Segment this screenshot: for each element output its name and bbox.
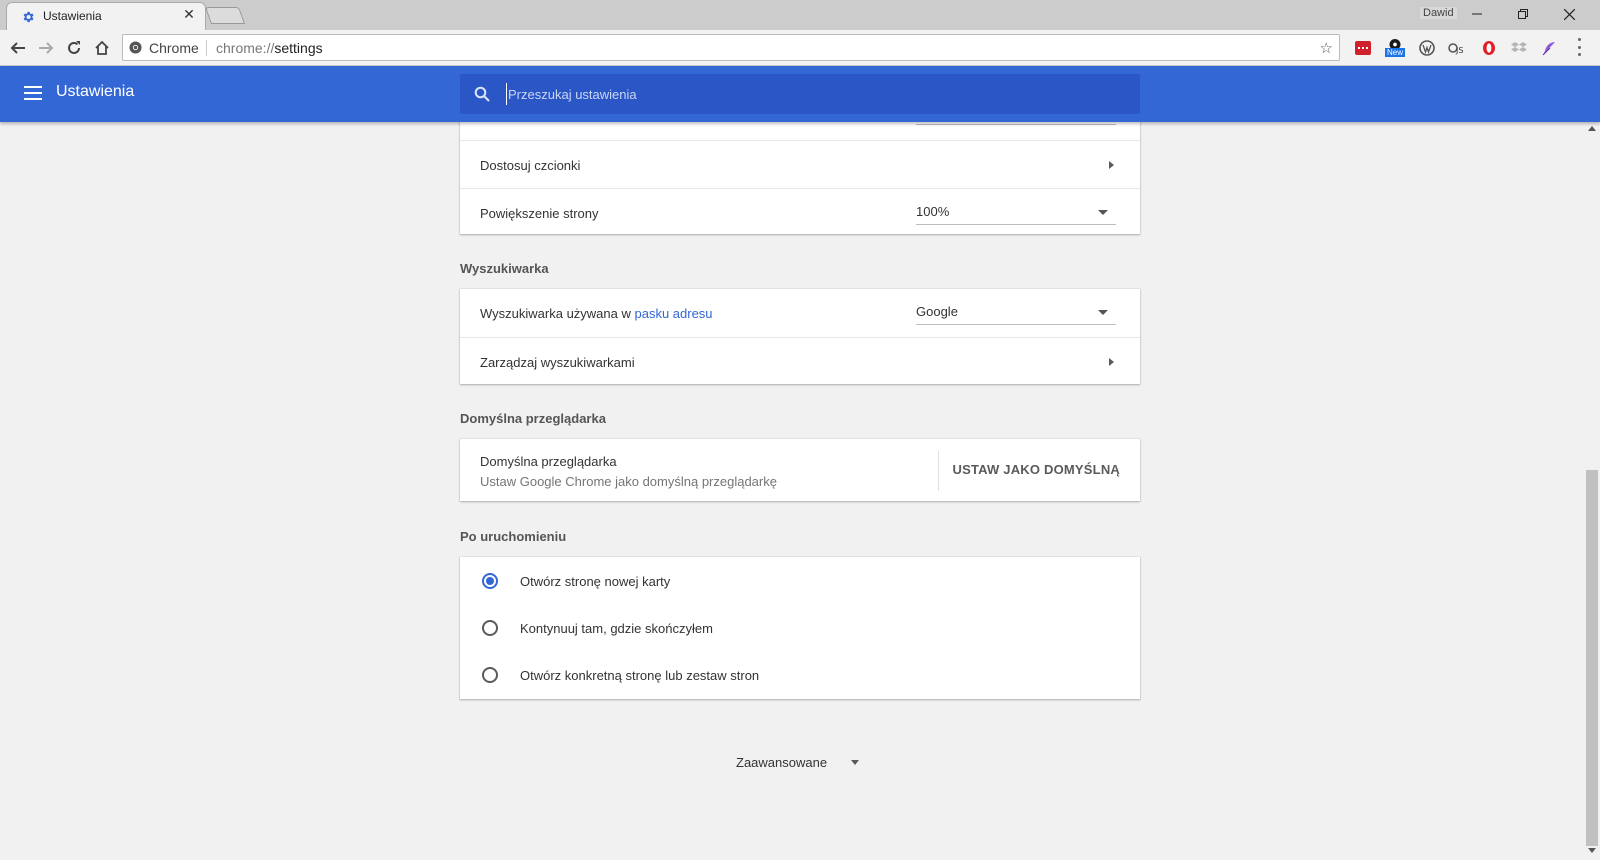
startup-option-label: Otwórz konkretną stronę lub zestaw stron <box>520 668 760 683</box>
radio-selected-icon[interactable] <box>482 573 498 589</box>
restore-icon[interactable] <box>1500 0 1546 28</box>
ext-new-badge: New <box>1385 48 1406 57</box>
settings-search[interactable] <box>460 74 1140 114</box>
ext-opera-icon[interactable] <box>1480 39 1498 57</box>
chevron-down-icon <box>1098 310 1108 315</box>
ext-js-icon[interactable]: JS <box>1448 39 1466 57</box>
search-engine-row: Wyszukiwarka używana w pasku adresu Goog… <box>460 289 1140 337</box>
title-bar: Ustawienia ✕ Dawid <box>0 0 1600 30</box>
advanced-toggle[interactable]: Zaawansowane <box>736 755 827 770</box>
customize-fonts-label: Dostosuj czcionki <box>480 158 581 173</box>
chevron-right-icon <box>1109 358 1114 366</box>
make-default-button[interactable]: USTAW JAKO DOMYŚLNĄ <box>952 462 1120 477</box>
ext-new-icon[interactable]: New <box>1385 39 1406 57</box>
browser-toolbar: Chrome chrome://settings ☆ New JS <box>0 30 1600 66</box>
default-browser-card: Domyślna przeglądarka Ustaw Google Chrom… <box>460 439 1140 501</box>
site-label: Chrome <box>149 40 199 56</box>
chrome-menu-icon[interactable] <box>1576 38 1582 56</box>
reload-icon[interactable] <box>62 36 86 60</box>
ext-dropbox-icon[interactable] <box>1510 39 1528 57</box>
search-engine-card: Wyszukiwarka używana w pasku adresu Goog… <box>460 289 1140 384</box>
search-engine-value: Google <box>916 304 958 319</box>
chrome-icon <box>129 41 142 54</box>
bookmark-star-icon[interactable]: ☆ <box>1320 39 1333 57</box>
scroll-up-icon[interactable] <box>1588 126 1596 131</box>
ext-feather-icon[interactable] <box>1540 39 1558 57</box>
settings-header: Ustawienia <box>0 66 1600 122</box>
search-input[interactable] <box>506 83 1106 105</box>
address-bar-link[interactable]: pasku adresu <box>634 306 712 321</box>
startup-option-specific-pages[interactable]: Otwórz konkretną stronę lub zestaw stron <box>460 651 1140 698</box>
default-browser-primary: Domyślna przeglądarka <box>480 454 617 469</box>
profile-name[interactable]: Dawid <box>1420 7 1457 19</box>
page-title: Ustawienia <box>56 83 135 100</box>
manage-search-engines-label: Zarządzaj wyszukiwarkami <box>480 355 635 370</box>
svg-text:JS: JS <box>1455 46 1463 55</box>
settings-content: Dostosuj czcionki Powiększenie strony 10… <box>0 122 1584 860</box>
search-icon <box>474 86 490 102</box>
chevron-down-icon <box>1098 210 1108 215</box>
minimize-icon[interactable] <box>1454 0 1500 28</box>
search-engine-section-title: Wyszukiwarka <box>460 261 549 276</box>
font-size-row[interactable] <box>460 122 1140 140</box>
tab-close-icon[interactable]: ✕ <box>181 6 197 22</box>
search-engine-label-text: Wyszukiwarka używana w <box>480 306 635 321</box>
ext-wordpress-icon[interactable] <box>1418 39 1436 57</box>
new-tab-button[interactable] <box>204 7 246 24</box>
search-engine-select[interactable]: Google <box>916 299 1116 325</box>
manage-search-engines-row[interactable]: Zarządzaj wyszukiwarkami <box>460 337 1140 385</box>
forward-icon[interactable] <box>34 36 58 60</box>
search-engine-label: Wyszukiwarka używana w pasku adresu <box>480 306 713 321</box>
home-icon[interactable] <box>90 36 114 60</box>
startup-option-new-tab[interactable]: Otwórz stronę nowej karty <box>460 557 1140 604</box>
radio-unselected-icon[interactable] <box>482 667 498 683</box>
radio-unselected-icon[interactable] <box>482 620 498 636</box>
tab-title: Ustawienia <box>43 9 102 23</box>
startup-card: Otwórz stronę nowej karty Kontynuuj tam,… <box>460 557 1140 699</box>
page-zoom-value: 100% <box>916 204 950 219</box>
back-icon[interactable] <box>6 36 30 60</box>
url-scheme: chrome:// <box>216 40 275 56</box>
gear-icon <box>23 11 34 23</box>
startup-option-label: Otwórz stronę nowej karty <box>520 574 671 589</box>
page-zoom-select[interactable]: 100% <box>916 199 1116 225</box>
window-close-icon[interactable] <box>1546 0 1592 28</box>
url-text[interactable]: chrome://settings <box>216 40 323 56</box>
page-zoom-label: Powiększenie strony <box>480 206 599 221</box>
hamburger-menu-icon[interactable] <box>24 86 42 100</box>
tab-settings[interactable]: Ustawienia ✕ <box>6 2 206 30</box>
default-browser-section-title: Domyślna przeglądarka <box>460 411 606 426</box>
customize-fonts-row[interactable]: Dostosuj czcionki <box>460 140 1140 188</box>
address-bar[interactable]: Chrome chrome://settings ☆ <box>122 34 1340 61</box>
scroll-down-icon[interactable] <box>1588 848 1596 853</box>
startup-section-title: Po uruchomieniu <box>460 529 567 544</box>
startup-option-label: Kontynuuj tam, gdzie skończyłem <box>520 621 713 636</box>
page-scrollbar[interactable] <box>1584 122 1600 860</box>
chevron-right-icon <box>1109 161 1114 169</box>
startup-option-continue[interactable]: Kontynuuj tam, gdzie skończyłem <box>460 604 1140 651</box>
divider <box>938 451 939 491</box>
omnibox-divider <box>206 40 207 56</box>
page-zoom-row: Powiększenie strony 100% <box>460 188 1140 236</box>
ext-red-icon[interactable] <box>1354 39 1372 57</box>
scroll-thumb[interactable] <box>1586 470 1598 846</box>
appearance-card: Dostosuj czcionki Powiększenie strony 10… <box>460 122 1140 234</box>
url-path: settings <box>274 40 323 56</box>
chevron-down-icon[interactable] <box>851 760 859 765</box>
default-browser-secondary: Ustaw Google Chrome jako domyślną przegl… <box>480 474 777 489</box>
